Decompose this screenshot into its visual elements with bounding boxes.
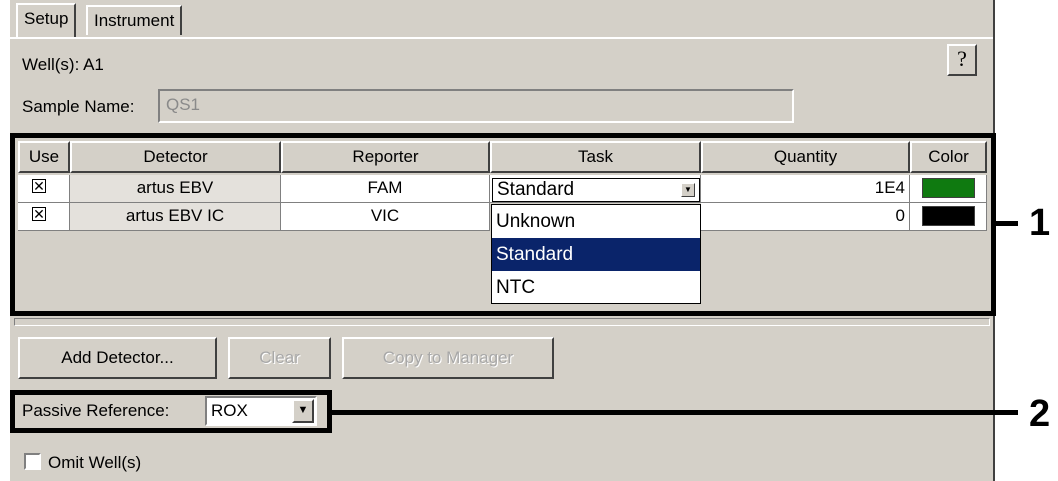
callout-box-1 xyxy=(10,133,996,316)
wells-label: Well(s): A1 xyxy=(22,55,104,74)
clear-button[interactable]: Clear xyxy=(228,337,331,379)
tab-instrument[interactable]: Instrument xyxy=(86,5,183,35)
chevron-down-icon[interactable]: ▼ xyxy=(292,399,314,423)
sample-name-label: Sample Name: xyxy=(22,97,135,116)
callout-line-2 xyxy=(332,410,1018,415)
callout-line-1 xyxy=(996,221,1018,226)
sample-name-field[interactable]: QS1 xyxy=(158,89,794,123)
add-detector-button[interactable]: Add Detector... xyxy=(18,337,217,379)
passive-reference-label: Passive Reference: xyxy=(22,401,170,420)
help-button[interactable]: ? xyxy=(947,44,977,76)
separator xyxy=(14,318,990,326)
callout-number-2: 2 xyxy=(1029,393,1051,435)
passive-reference-select[interactable]: ROX ▼ xyxy=(205,396,317,426)
callout-number-1: 1 xyxy=(1029,202,1051,244)
tab-divider xyxy=(10,37,993,39)
omit-wells-label[interactable]: Omit Well(s) xyxy=(48,453,141,473)
omit-wells-checkbox[interactable] xyxy=(24,453,41,470)
passive-reference-value: ROX xyxy=(211,401,248,420)
tab-setup[interactable]: Setup xyxy=(16,3,77,37)
copy-to-manager-button[interactable]: Copy to Manager xyxy=(342,337,554,379)
